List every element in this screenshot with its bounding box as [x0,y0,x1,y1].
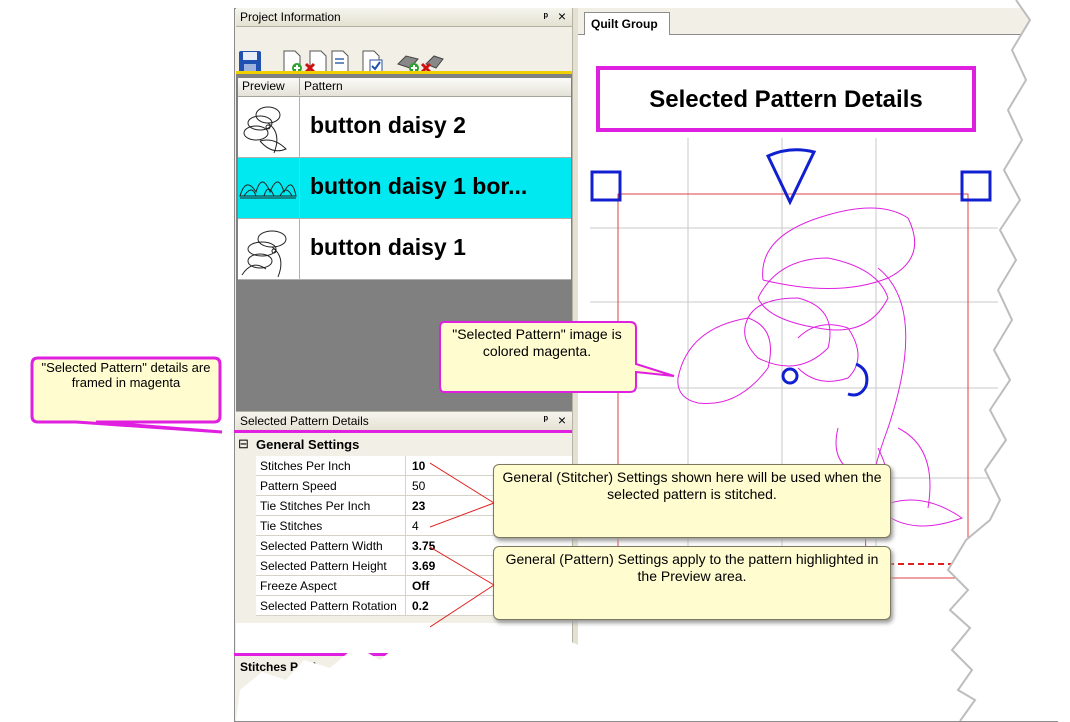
torn-edge-overlay [236,0,1070,721]
